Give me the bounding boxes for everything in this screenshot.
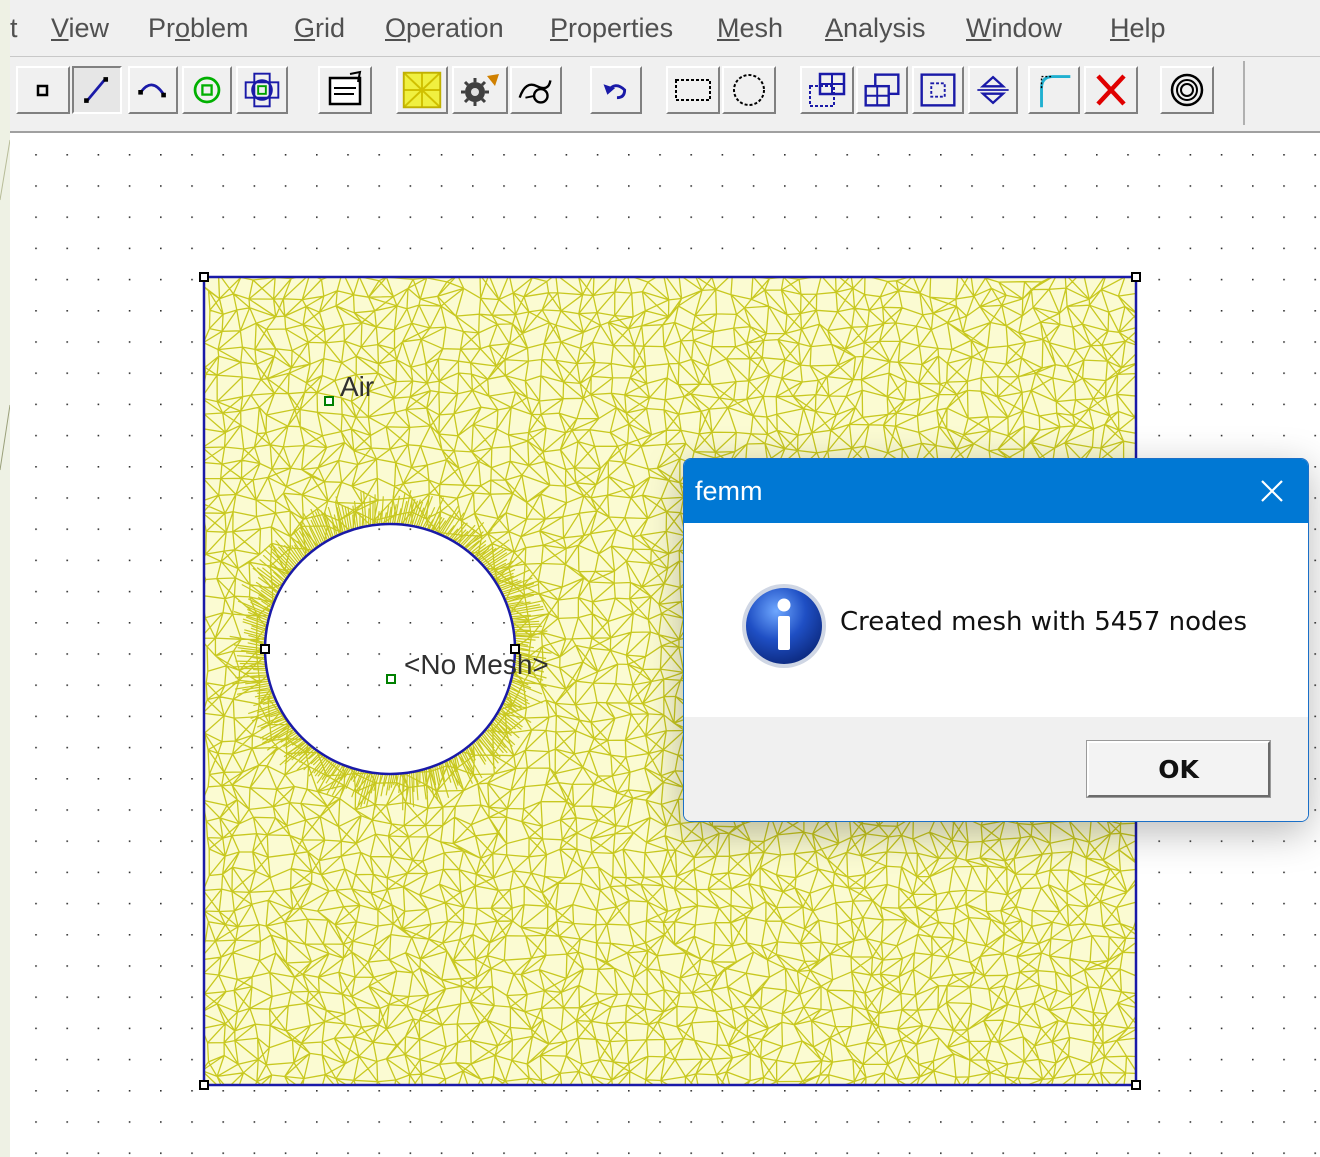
- open-boundary-button[interactable]: [1160, 66, 1214, 114]
- dialog-close-button[interactable]: [1248, 467, 1296, 515]
- menu-mesh[interactable]: Mesh: [717, 13, 783, 44]
- delete-icon: [1096, 74, 1126, 106]
- dialog-title: femm: [695, 476, 763, 506]
- create-mesh-button[interactable]: [396, 66, 448, 114]
- problem-properties-button[interactable]: [318, 66, 372, 114]
- copy-icon: [864, 73, 900, 107]
- toolbar: [10, 57, 1320, 133]
- problem-properties-icon: [328, 70, 362, 106]
- message-dialog: femm Created mesh with 5457 nodes OK: [683, 458, 1309, 822]
- dialog-body: Created mesh with 5457 nodes: [684, 523, 1308, 717]
- fillet-icon: [1040, 75, 1071, 108]
- toolbar-separator: [1243, 61, 1245, 125]
- select-rectangle-icon: [675, 79, 711, 101]
- scale-icon: [920, 73, 956, 107]
- menu-edit[interactable]: t: [10, 13, 18, 44]
- operate-on-groups-button[interactable]: [236, 66, 288, 114]
- menu-window[interactable]: Window: [966, 13, 1062, 44]
- menu-view[interactable]: View: [51, 13, 109, 44]
- menu-analysis[interactable]: Analysis: [825, 13, 926, 44]
- delete-button[interactable]: [1084, 66, 1138, 114]
- ok-button[interactable]: OK: [1086, 740, 1271, 798]
- operate-on-arcs-icon: [138, 83, 166, 98]
- menu-grid[interactable]: Grid: [294, 13, 345, 44]
- dialog-message: Created mesh with 5457 nodes: [840, 607, 1248, 637]
- node[interactable]: [199, 272, 209, 282]
- copy-button[interactable]: [856, 66, 908, 114]
- run-analysis-icon: [461, 74, 499, 106]
- operate-on-arcs-button[interactable]: [128, 66, 178, 114]
- dialog-title-bar[interactable]: femm: [684, 459, 1308, 523]
- dialog-footer: OK: [684, 717, 1308, 821]
- node[interactable]: [199, 1080, 209, 1090]
- femm-window: t View Problem Grid Operation Properties…: [0, 0, 1320, 1157]
- information-icon: [742, 584, 826, 668]
- open-boundary-icon: [1170, 73, 1204, 107]
- operate-on-block-labels-icon: [193, 76, 221, 104]
- node[interactable]: [260, 644, 270, 654]
- slide-edge: [0, 0, 11, 1157]
- select-circle-icon: [733, 74, 765, 106]
- menu-operation[interactable]: Operation: [385, 13, 504, 44]
- mirror-icon: [977, 75, 1009, 105]
- menu-help[interactable]: Help: [1110, 13, 1166, 44]
- block-label-marker-air[interactable]: [324, 396, 334, 406]
- menu-properties[interactable]: Properties: [550, 13, 673, 44]
- menu-problem[interactable]: Problem: [148, 13, 249, 44]
- block-label-marker-no-mesh[interactable]: [386, 674, 396, 684]
- node[interactable]: [1131, 272, 1141, 282]
- operate-on-nodes-icon: [36, 84, 49, 97]
- close-icon: [1261, 480, 1283, 502]
- operate-on-segments-button[interactable]: [72, 66, 122, 114]
- select-circle-button[interactable]: [722, 66, 776, 114]
- view-results-icon: [518, 80, 552, 104]
- run-analysis-button[interactable]: [452, 66, 508, 114]
- select-rectangle-button[interactable]: [666, 66, 720, 114]
- undo-button[interactable]: [590, 66, 642, 114]
- block-label-air[interactable]: Air: [340, 371, 374, 403]
- move-icon: [809, 72, 846, 107]
- undo-icon: [603, 84, 627, 100]
- scale-button[interactable]: [912, 66, 964, 114]
- menu-bar: t View Problem Grid Operation Properties…: [10, 0, 1320, 57]
- move-button[interactable]: [800, 66, 854, 114]
- create-mesh-icon: [402, 71, 442, 109]
- block-label-no-mesh[interactable]: <No Mesh>: [404, 649, 549, 681]
- mirror-button[interactable]: [968, 66, 1018, 114]
- operate-on-nodes-button[interactable]: [16, 66, 70, 114]
- node[interactable]: [1131, 1080, 1141, 1090]
- operate-on-block-labels-button[interactable]: [182, 66, 232, 114]
- fillet-button[interactable]: [1028, 66, 1080, 114]
- view-results-button[interactable]: [510, 66, 562, 114]
- operate-on-segments-icon: [84, 77, 109, 103]
- operate-on-groups-icon: [244, 72, 280, 108]
